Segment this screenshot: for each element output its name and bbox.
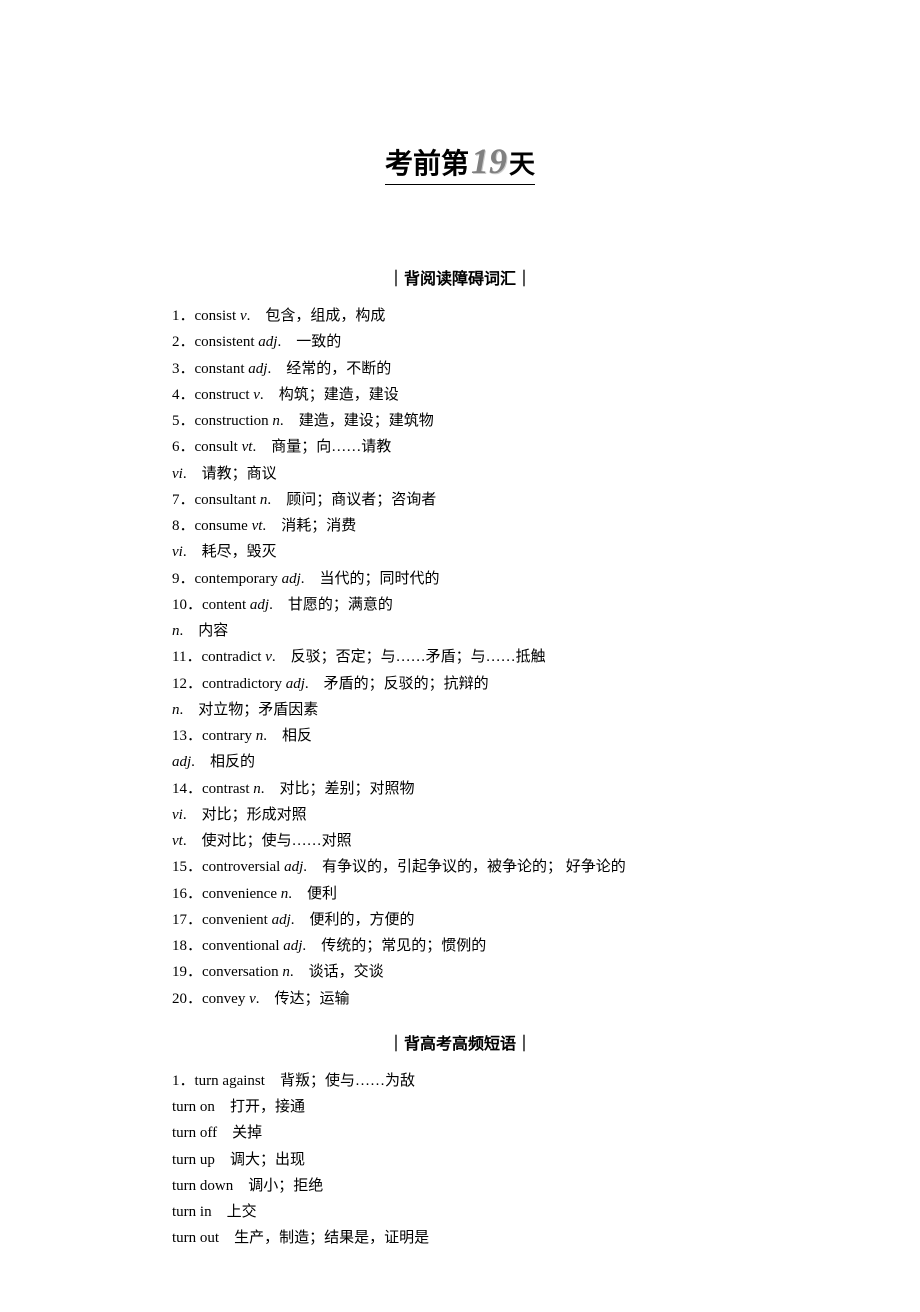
vocab-entry: 12．contradictory adj. 矛盾的；反驳的；抗辩的 <box>172 671 748 697</box>
phrase-entry: turn on 打开，接通 <box>172 1094 748 1120</box>
section-2-entries: 1．turn against 背叛；使与……为敌turn on 打开，接通tur… <box>172 1068 748 1252</box>
vocab-entry: 18．conventional adj. 传统的；常见的；惯例的 <box>172 933 748 959</box>
phrase-entry: turn out 生产，制造；结果是，证明是 <box>172 1225 748 1251</box>
vocab-entry: 7．consultant n. 顾问；商议者；咨询者 <box>172 487 748 513</box>
vocab-entry: 6．consult vt. 商量；向……请教 <box>172 434 748 460</box>
phrase-entry: 1．turn against 背叛；使与……为敌 <box>172 1068 748 1094</box>
section-1-entries: 1．consist v. 包含，组成，构成2．consistent adj. 一… <box>172 303 748 1012</box>
vocab-entry: 4．construct v. 构筑；建造，建设 <box>172 382 748 408</box>
phrase-entry: turn up 调大；出现 <box>172 1147 748 1173</box>
vocab-entry: 2．consistent adj. 一致的 <box>172 329 748 355</box>
vocab-entry: n. 内容 <box>172 618 748 644</box>
vocab-entry: vt. 使对比；使与……对照 <box>172 828 748 854</box>
vocab-entry: 1．consist v. 包含，组成，构成 <box>172 303 748 329</box>
section-1-title: ｜背阅读障碍词汇｜ <box>172 265 748 289</box>
phrase-entry: turn off 关掉 <box>172 1120 748 1146</box>
page-header: 考前第19天 <box>172 140 748 185</box>
header-prefix: 考前第 <box>385 148 469 179</box>
header-suffix: 天 <box>509 149 535 179</box>
phrase-entry: turn down 调小；拒绝 <box>172 1173 748 1199</box>
vocab-entry: 19．conversation n. 谈话，交谈 <box>172 959 748 985</box>
vocab-entry: 16．convenience n. 便利 <box>172 881 748 907</box>
vocab-entry: adj. 相反的 <box>172 749 748 775</box>
vocab-entry: 5．construction n. 建造，建设；建筑物 <box>172 408 748 434</box>
vocab-entry: 10．content adj. 甘愿的；满意的 <box>172 592 748 618</box>
vocab-entry: 13．contrary n. 相反 <box>172 723 748 749</box>
phrase-entry: turn in 上交 <box>172 1199 748 1225</box>
section-2-title: ｜背高考高频短语｜ <box>172 1030 748 1054</box>
vocab-entry: 11．contradict v. 反驳；否定；与……矛盾；与……抵触 <box>172 644 748 670</box>
vocab-entry: 17．convenient adj. 便利的，方便的 <box>172 907 748 933</box>
vocab-entry: n. 对立物；矛盾因素 <box>172 697 748 723</box>
vocab-entry: 20．convey v. 传达；运输 <box>172 986 748 1012</box>
vocab-entry: 14．contrast n. 对比；差别；对照物 <box>172 776 748 802</box>
vocab-entry: vi. 请教；商议 <box>172 461 748 487</box>
vocab-entry: vi. 耗尽，毁灭 <box>172 539 748 565</box>
vocab-entry: 9．contemporary adj. 当代的；同时代的 <box>172 566 748 592</box>
vocab-entry: 15．controversial adj. 有争议的，引起争议的，被争论的； 好… <box>172 854 748 880</box>
header-number: 19 <box>471 140 507 182</box>
vocab-entry: vi. 对比；形成对照 <box>172 802 748 828</box>
vocab-entry: 8．consume vt. 消耗；消费 <box>172 513 748 539</box>
vocab-entry: 3．constant adj. 经常的，不断的 <box>172 356 748 382</box>
